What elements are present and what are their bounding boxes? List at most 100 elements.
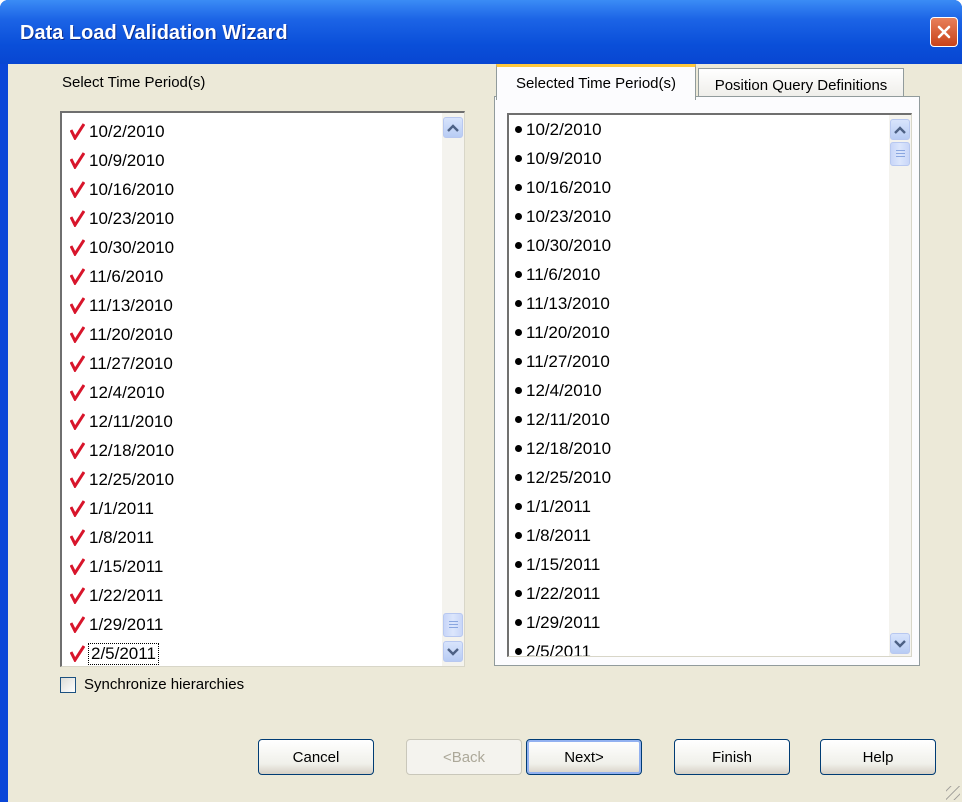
checklist-item[interactable]: 12/11/2010 [70,407,173,436]
title-bar[interactable]: Data Load Validation Wizard [0,0,962,64]
list-item[interactable]: 11/20/2010 [513,318,610,347]
bullet-icon [515,126,522,133]
checkmark-icon[interactable] [70,616,85,633]
selected-periods-list[interactable]: 10/2/2010 10/9/2010 10/16/2010 10/23/2010 10… [507,113,912,657]
checklist-item[interactable]: 11/6/2010 [70,262,163,291]
checklist-item[interactable]: 1/1/2011 [70,494,154,523]
list-item[interactable]: 11/27/2010 [513,347,610,376]
checklist-item[interactable]: 1/8/2011 [70,523,154,552]
scroll-thumb[interactable] [890,142,910,166]
scroll-down-button[interactable] [890,633,910,654]
bullet-icon [515,329,522,336]
help-button[interactable]: Help [820,739,936,775]
list-item-label: 12/11/2010 [526,409,610,429]
scroll-up-button[interactable] [443,117,463,138]
next-button[interactable]: Next> [526,739,642,775]
time-period-checklist[interactable]: 10/2/2010 10/9/2010 10/16/2010 10/23/2010 10… [60,111,465,667]
checkmark-icon[interactable] [70,210,85,227]
scroll-thumb[interactable] [443,613,463,637]
scroll-down-button[interactable] [443,641,463,662]
left-scrollbar[interactable] [442,113,464,666]
list-item[interactable]: 1/15/2011 [513,550,600,579]
list-item-label: 10/2/2010 [526,119,602,139]
bullet-icon [515,648,522,655]
checklist-item[interactable]: 1/29/2011 [70,610,163,639]
checklist-item[interactable]: 12/18/2010 [70,436,174,465]
synchronize-hierarchies-row[interactable]: Synchronize hierarchies [60,676,244,693]
list-item[interactable]: 10/16/2010 [513,173,611,202]
checklist-item[interactable]: 10/2/2010 [70,117,165,146]
checklist-item[interactable]: 11/20/2010 [70,320,173,349]
checklist-item[interactable]: 10/23/2010 [70,204,174,233]
checklist-item[interactable]: 1/15/2011 [70,552,163,581]
list-item[interactable]: 1/1/2011 [513,492,591,521]
synchronize-hierarchies-checkbox[interactable] [60,676,76,693]
bullet-icon [515,532,522,539]
scroll-up-button[interactable] [890,119,910,140]
list-item[interactable]: 10/2/2010 [513,115,602,144]
list-item[interactable]: 11/6/2010 [513,260,600,289]
checkmark-icon[interactable] [70,645,85,662]
list-item-label: 11/13/2010 [526,293,610,313]
wizard-window: Data Load Validation Wizard Select Time … [0,0,962,802]
finish-button[interactable]: Finish [674,739,790,775]
checkmark-icon[interactable] [70,500,85,517]
list-item-label: 11/20/2010 [526,322,610,342]
close-button[interactable] [930,17,958,47]
checkmark-icon[interactable] [70,181,85,198]
checkmark-icon[interactable] [70,123,85,140]
checklist-item-label: 11/20/2010 [89,324,173,344]
bullet-icon [515,561,522,568]
bullet-icon [515,445,522,452]
checklist-item[interactable]: 12/4/2010 [70,378,165,407]
list-item[interactable]: 1/8/2011 [513,521,591,550]
checkmark-icon[interactable] [70,152,85,169]
list-item[interactable]: 10/30/2010 [513,231,611,260]
checkmark-icon[interactable] [70,355,85,372]
synchronize-hierarchies-label: Synchronize hierarchies [84,676,245,693]
checklist-item[interactable]: 10/9/2010 [70,146,165,175]
list-item[interactable]: 12/18/2010 [513,434,611,463]
bullet-icon [515,213,522,220]
checklist-item-label: 10/23/2010 [89,208,175,228]
checklist-item[interactable]: 11/27/2010 [70,349,173,378]
checkmark-icon[interactable] [70,297,85,314]
checkmark-icon[interactable] [70,587,85,604]
checkmark-icon[interactable] [70,413,85,430]
checkmark-icon[interactable] [70,558,85,575]
checklist-item-label: 1/29/2011 [89,614,164,634]
checklist-item[interactable]: 11/13/2010 [70,291,173,320]
checklist-item[interactable]: 12/25/2010 [70,465,174,494]
checkmark-icon[interactable] [70,326,85,343]
checkmark-icon[interactable] [70,239,85,256]
chevron-up-icon [447,123,459,132]
list-item[interactable]: 10/9/2010 [513,144,602,173]
list-item[interactable]: 12/11/2010 [513,405,610,434]
tab-selected-time-periods[interactable]: Selected Time Period(s) [496,64,696,100]
checkmark-icon[interactable] [70,471,85,488]
checkmark-icon[interactable] [70,268,85,285]
list-item-label: 2/5/2011 [526,641,591,657]
right-scrollbar[interactable] [889,115,911,656]
list-item[interactable]: 2/5/2011 [513,637,591,657]
list-item[interactable]: 12/4/2010 [513,376,602,405]
checklist-item[interactable]: 1/22/2011 [70,581,163,610]
checkmark-icon[interactable] [70,384,85,401]
checklist-item[interactable]: 10/30/2010 [70,233,174,262]
cancel-button[interactable]: Cancel [258,739,374,775]
list-item[interactable]: 10/23/2010 [513,202,611,231]
list-item[interactable]: 1/29/2011 [513,608,600,637]
back-button[interactable]: <Back [406,739,522,775]
bullet-icon [515,242,522,249]
checklist-item-label: 1/22/2011 [89,585,164,605]
list-item[interactable]: 11/13/2010 [513,289,610,318]
checkmark-icon[interactable] [70,529,85,546]
checklist-item[interactable]: 10/16/2010 [70,175,174,204]
checklist-item[interactable]: 2/5/2011 [70,639,159,666]
resize-grip[interactable] [946,786,960,800]
bullet-icon [515,387,522,394]
checklist-item-label: 12/11/2010 [89,411,173,431]
list-item[interactable]: 1/22/2011 [513,579,600,608]
checkmark-icon[interactable] [70,442,85,459]
list-item[interactable]: 12/25/2010 [513,463,611,492]
